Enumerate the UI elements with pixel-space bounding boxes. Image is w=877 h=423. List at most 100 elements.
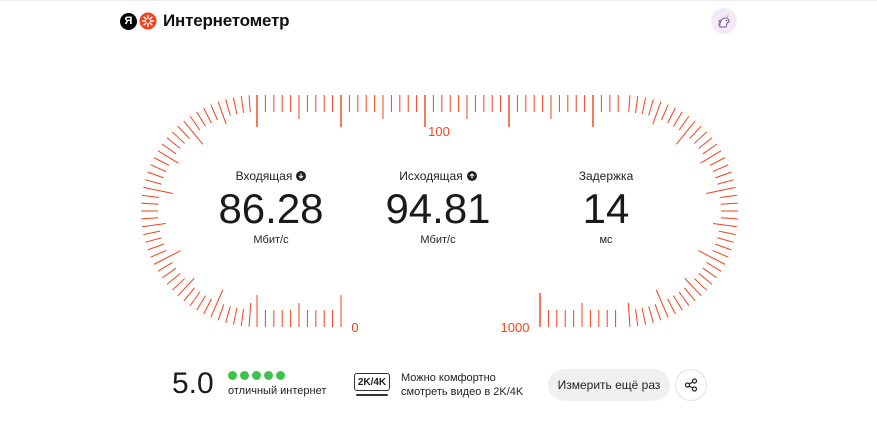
gauge-tick <box>142 194 159 199</box>
gauge-tick <box>694 278 708 291</box>
gauge-tick <box>143 186 173 194</box>
gauge-tick <box>706 186 736 194</box>
gauge-tick <box>141 217 159 220</box>
gauge-tick <box>712 164 729 173</box>
gauge-tick <box>652 101 662 125</box>
gauge-tick <box>675 120 696 145</box>
latency-metric: Задержка 14 мс <box>521 168 691 246</box>
gauge-tick <box>660 104 669 121</box>
gauge-tick <box>698 250 726 265</box>
gauge-tick <box>720 202 738 205</box>
share-button[interactable] <box>675 369 707 401</box>
gauge-tick <box>654 304 662 321</box>
gauge-tick <box>141 202 159 205</box>
gauge-tick <box>684 287 696 302</box>
gauge-tick <box>634 309 639 326</box>
gauge-tick <box>166 273 181 285</box>
rating-star <box>252 371 261 380</box>
gauge-tick <box>240 96 245 113</box>
rating-stars <box>228 371 285 380</box>
gauge-label-top: 100 <box>428 124 450 139</box>
gauge-tick <box>171 278 185 291</box>
gauge-tick <box>217 101 227 125</box>
upload-icon <box>466 171 477 181</box>
gauge-tick <box>673 111 683 127</box>
gauge-tick <box>641 97 647 115</box>
gauge-tick <box>702 143 718 155</box>
gauge-tick <box>706 262 722 272</box>
gauge-tick <box>189 115 201 131</box>
gauge-tick <box>147 171 164 179</box>
gauge-tick <box>217 304 225 321</box>
gauge-tick <box>177 125 190 139</box>
gauge-tick <box>712 249 729 258</box>
gauge-tick <box>718 230 736 236</box>
gauge-tick <box>147 243 164 251</box>
gauge-tick <box>678 291 690 307</box>
quality-score: 5.0 <box>172 367 214 400</box>
gauge-tick <box>667 107 676 124</box>
resolution-badge: 2K/4K <box>354 373 390 391</box>
download-icon <box>296 171 307 181</box>
gauge-tick <box>248 302 252 327</box>
gauge-tick <box>713 223 737 228</box>
score-caption: отличный интернет <box>228 385 327 397</box>
gauge-tick <box>183 120 204 145</box>
download-label: Входящая <box>235 169 293 183</box>
gauge-tick <box>183 287 195 302</box>
video-text-line-2: смотреть видео в 2K/4K <box>401 386 524 398</box>
gauge-tick <box>150 249 167 258</box>
latency-label: Задержка <box>578 169 634 183</box>
gauge-tick <box>720 217 738 220</box>
gauge-tick <box>684 277 702 297</box>
rating-star <box>264 371 273 380</box>
share-icon <box>684 378 698 392</box>
gauge-tick <box>641 307 647 325</box>
retest-button[interactable]: Измерить ещё раз <box>548 369 670 401</box>
gauge-tick <box>248 95 251 113</box>
gauge-tick <box>153 250 181 265</box>
gauge-tick <box>210 104 219 121</box>
gauge-tick <box>196 111 206 127</box>
gauge-tick <box>145 237 162 243</box>
gauge-label-bottom-right: 1000 <box>501 320 530 335</box>
gauge-tick <box>232 97 238 115</box>
rating-star <box>276 371 285 380</box>
download-value: 86.28 <box>218 185 324 232</box>
download-unit: Мбит/с <box>253 234 289 246</box>
latency-unit: мс <box>599 234 613 246</box>
gauge-tick <box>720 194 737 199</box>
gauge-tick <box>715 243 732 251</box>
upload-metric: Исходящая 94.81 Мбит/с <box>353 168 523 246</box>
upload-label: Исходящая <box>399 169 463 183</box>
gauge-tick <box>225 306 231 323</box>
gauge-tick <box>161 143 177 155</box>
gauge-tick <box>157 262 173 272</box>
gauge-tick <box>709 157 726 166</box>
gauge-tick <box>161 267 177 279</box>
gauge-tick <box>634 96 639 113</box>
gauge-tick <box>717 179 734 185</box>
gauge-tick <box>150 164 167 173</box>
gauge-tick <box>189 291 201 307</box>
gauge-tick <box>196 295 206 311</box>
gauge-tick <box>648 99 654 116</box>
upload-value: 94.81 <box>385 185 491 232</box>
video-text-line-1: Можно комфортно <box>401 372 496 384</box>
gauge-tick <box>145 179 162 185</box>
rating-star <box>228 371 237 380</box>
gauge-label-bottom-left: 0 <box>351 320 358 335</box>
gauge-tick <box>698 137 713 149</box>
gauge-tick <box>628 95 631 113</box>
gauge-tick <box>694 131 708 144</box>
gauge-tick <box>171 131 185 144</box>
gauge-tick <box>232 307 238 325</box>
gauge-tick <box>240 309 245 326</box>
gauge-tick <box>717 237 734 243</box>
upload-unit: Мбит/с <box>420 234 456 246</box>
monitor-stand-icon <box>356 394 388 396</box>
gauge-tick <box>678 115 690 131</box>
gauge-tick <box>177 277 195 297</box>
gauge-tick <box>203 107 212 124</box>
rating-star <box>240 371 249 380</box>
